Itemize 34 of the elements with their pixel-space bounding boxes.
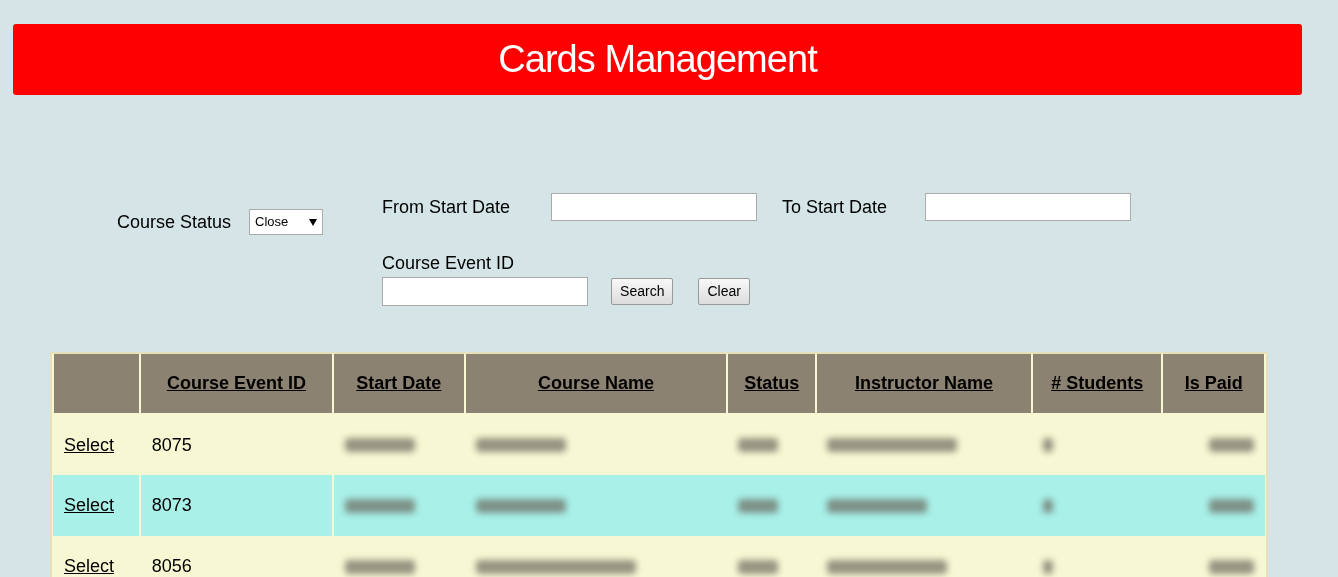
blurred-text [345,559,416,574]
select-link[interactable]: Select [64,495,115,515]
search-button[interactable]: Search [611,278,674,305]
field-label: From Start Date [382,195,512,219]
date-input-field[interactable] [551,193,758,221]
field-label: Course Event ID [382,252,516,275]
blurred-text [738,498,779,513]
field-label: To Start Date [782,195,889,219]
blurred-text [1209,498,1254,513]
blurred-text [738,559,779,574]
blurred-text [1043,438,1054,452]
blurred-text [738,438,779,452]
blurred-text [345,438,416,452]
table-cell: 8056 [151,556,192,576]
table-row[interactable]: Select 8056 [53,536,1265,577]
select-link[interactable]: Select [64,556,115,576]
page-title: Cards Management [498,37,817,82]
blurred-text [1043,559,1054,574]
column-header-link[interactable]: Course Name [537,373,654,393]
blurred-text [1209,559,1254,574]
dropdown-arrow-icon [309,218,318,226]
select-link[interactable]: Select [64,434,115,455]
field-label: Course Status [117,210,232,234]
column-header-link[interactable]: Is Paid [1184,373,1243,393]
table-cell: 8073 [151,495,192,515]
event-id-input-field[interactable] [382,277,589,306]
selected-table-row[interactable]: Select 8073 [53,475,1265,536]
blurred-text [345,498,416,513]
date-input-field[interactable] [925,193,1132,221]
clear-button[interactable]: Clear [698,278,750,305]
status-dropdown[interactable]: Close [249,209,324,235]
blurred-text [1043,498,1054,513]
blurred-text [1209,438,1254,452]
table-cell: 8075 [151,434,192,455]
